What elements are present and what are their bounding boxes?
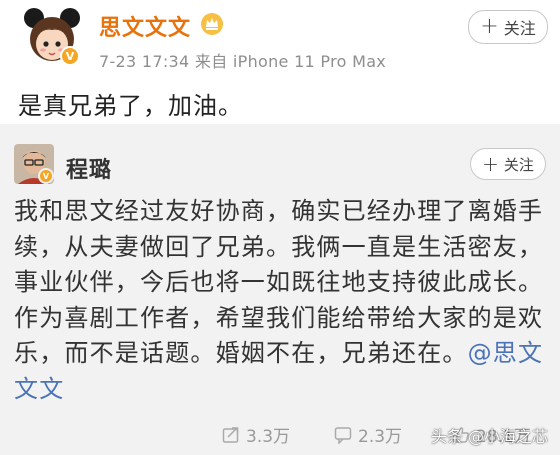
vip-badge-icon: V — [38, 168, 54, 184]
comment-action[interactable]: 2.3万 — [334, 422, 402, 447]
follow-button[interactable]: + 关注 — [468, 10, 548, 44]
repost-username[interactable]: 程璐 — [66, 152, 112, 184]
follow-label: 关注 — [503, 19, 536, 38]
comment-icon — [334, 426, 352, 444]
repost-card[interactable]: V 程璐 + 关注 我和思文经过友好协商，确实已经办理了离婚手续，从夫妻做回了兄… — [0, 124, 560, 455]
follow-label: 关注 — [503, 155, 534, 174]
comment-count: 2.3万 — [358, 427, 403, 447]
plus-icon: + — [482, 152, 499, 176]
post-content: 是真兄弟了，加油。 — [18, 92, 243, 120]
post-username[interactable]: 思文文文 — [99, 10, 191, 42]
vip-badge-icon: V — [60, 46, 80, 66]
watermark-text: 头条 @小海之芯 — [430, 427, 548, 446]
plus-icon: + — [480, 14, 499, 39]
repost-follow-button[interactable]: + 关注 — [470, 148, 546, 180]
main-post: V 思文文文 7-23 17:34 来自 iPhone 11 Pro Max +… — [0, 0, 560, 120]
repost-action[interactable]: 3.3万 — [222, 422, 290, 447]
post-meta: 7-23 17:34 来自 iPhone 11 Pro Max — [99, 52, 387, 71]
repost-count: 3.3万 — [246, 427, 291, 447]
repost-body: 我和思文经过友好协商，确实已经办理了离婚手续，从夫妻做回了兄弟。我俩一直是生活密… — [14, 197, 544, 368]
crown-icon — [201, 13, 223, 35]
watermark: 头条 @小海之芯 — [431, 423, 548, 447]
repost-text: 我和思文经过友好协商，确实已经办理了离婚手续，从夫妻做回了兄弟。我俩一直是生活密… — [14, 194, 544, 408]
repost-icon — [222, 426, 239, 443]
